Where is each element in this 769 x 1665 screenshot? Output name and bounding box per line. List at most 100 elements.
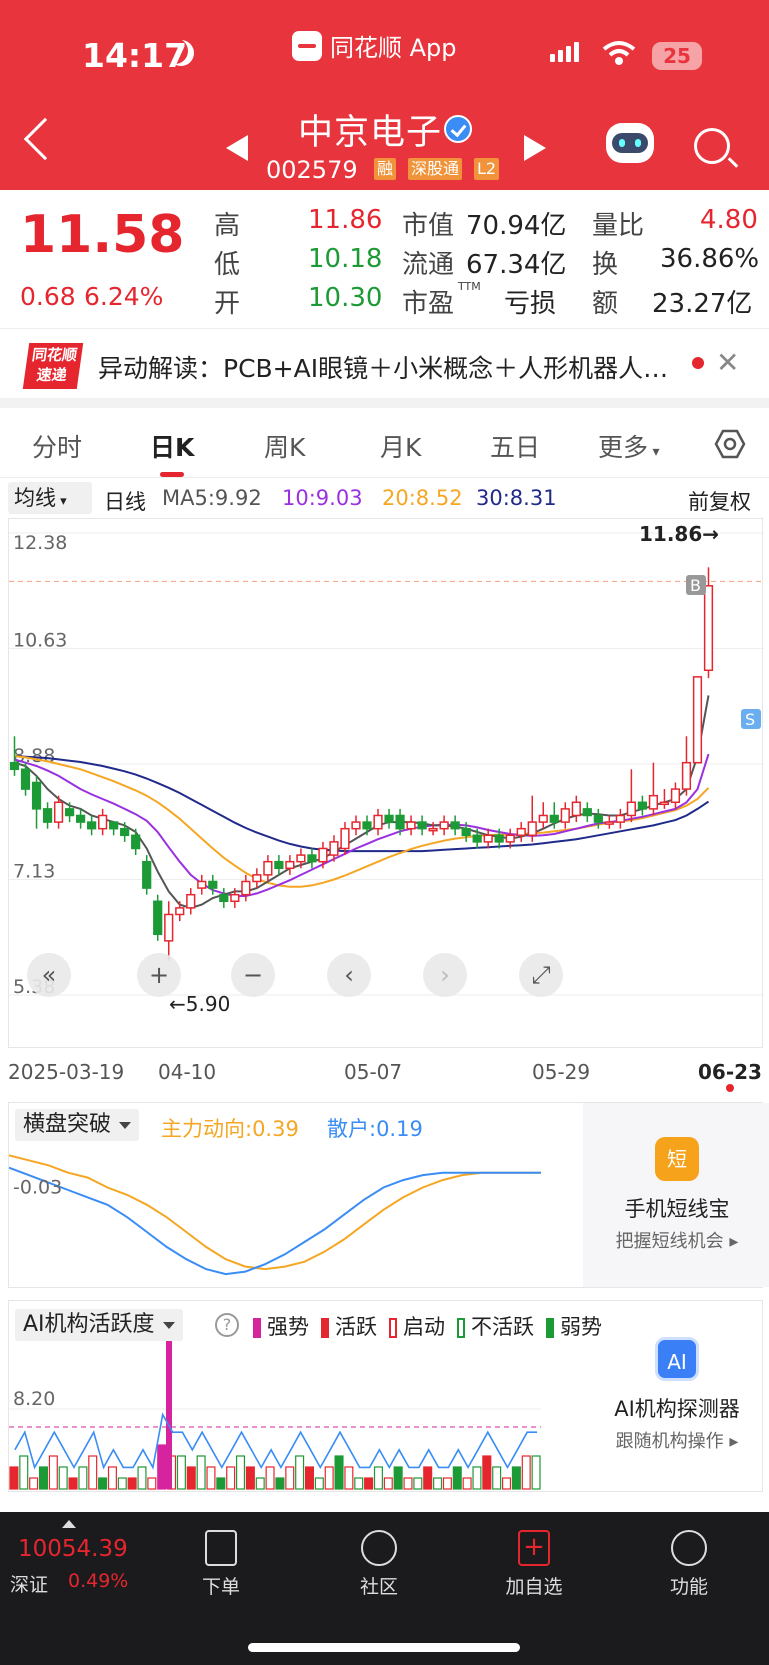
back-icon[interactable] (23, 117, 67, 161)
chart-tool-icon: « (42, 961, 57, 989)
kline-svg: 12.3810.638.887.135.3811.86→←5.90BS«+−‹›… (9, 522, 764, 1016)
candle-body (637, 801, 648, 810)
app-source-pill[interactable]: 同花顺 App (292, 28, 457, 63)
tab-daily[interactable]: 日K (150, 428, 194, 464)
activity-bar (521, 1455, 531, 1490)
candle-body (42, 808, 53, 823)
x-label: 06-23 (698, 1060, 762, 1084)
stock-name: 中京电子 (298, 113, 443, 153)
next-stock-icon[interactable] (524, 135, 546, 161)
open-label: 开 (214, 289, 241, 319)
activity-bar (275, 1477, 285, 1490)
activity-bar (68, 1477, 78, 1490)
candle-body (274, 860, 284, 870)
app-name: 同花顺 App (330, 34, 457, 62)
candle-body (131, 834, 141, 850)
candle-body (593, 814, 603, 823)
chart-tool-icon: + (149, 961, 169, 989)
candle-body (252, 874, 262, 883)
activity-bar (285, 1466, 295, 1490)
turnover-label: 换 (592, 250, 619, 280)
low-label: 低 (214, 250, 241, 280)
y-tick-label: 7.13 (13, 861, 55, 883)
candle-body (483, 834, 493, 843)
float-value: 67.34亿 (466, 250, 567, 280)
activity-bar (38, 1466, 49, 1490)
vr-value: 4.80 (700, 205, 758, 235)
adjust-mode[interactable]: 前复权 (688, 486, 751, 516)
sell-marker-label: S (745, 710, 755, 729)
candle-body (648, 794, 659, 810)
candle-body (582, 808, 592, 817)
x-label: 2025-03-19 (8, 1060, 125, 1084)
signal-icon (550, 42, 579, 62)
price-change: 0.68 (20, 282, 76, 311)
candle-body (395, 814, 405, 830)
tab-more[interactable]: 更多 ▾ (598, 428, 660, 464)
index-value[interactable]: 10054.39 (18, 1536, 128, 1562)
kline-chart[interactable]: 12.3810.638.887.135.3811.86→←5.90BS«+−‹›… (8, 518, 764, 1048)
functions-button[interactable]: 功能 (649, 1524, 729, 1599)
expand-icon[interactable] (62, 1520, 76, 1528)
ma30-line (14, 755, 710, 853)
prev-stock-icon[interactable] (226, 135, 248, 161)
candle-body (560, 808, 570, 823)
candle-body (120, 827, 130, 837)
strong-spike-bar (166, 1341, 172, 1489)
candle-body (318, 847, 328, 863)
indicator-dropdown[interactable]: 均线 ▾ (8, 482, 92, 514)
activity-bar (413, 1477, 423, 1490)
activity-bar (245, 1466, 255, 1490)
float-label: 流通 (402, 250, 455, 280)
settings-icon[interactable] (714, 428, 746, 459)
candle-body (98, 814, 108, 830)
order-button[interactable]: 下单 (181, 1524, 261, 1599)
news-banner[interactable]: 同花顺 速递 异动解读：PCB+AI眼镜＋小米概念＋人形机器人概念 (0, 328, 769, 398)
retail-line (9, 1166, 541, 1276)
add-icon: + (518, 1530, 550, 1566)
activity-bar (423, 1466, 433, 1490)
vr-label: 量比 (592, 211, 645, 241)
candle-body (362, 821, 372, 830)
period-tabs: 分时 日K 周K 月K 五日 更多 ▾ (0, 408, 769, 478)
activity-bar (383, 1477, 393, 1490)
candle-body (285, 860, 295, 870)
search-icon[interactable] (694, 128, 730, 164)
candle-body (87, 821, 97, 830)
ma5-line (14, 695, 710, 909)
add-watchlist-button[interactable]: + 加自选 (494, 1524, 574, 1599)
tab-five-day[interactable]: 五日 (490, 428, 540, 464)
battery-icon: 25 (652, 42, 702, 70)
candle-body (428, 827, 438, 832)
activity-bar (127, 1477, 137, 1490)
sub2-y-tick: 8.20 (13, 1388, 55, 1410)
period-label: 日线 (104, 490, 146, 514)
candle-body (197, 880, 207, 889)
verified-icon (444, 115, 472, 143)
robot-assistant-icon[interactable] (606, 123, 654, 163)
tab-intraday[interactable]: 分时 (32, 428, 82, 464)
latest-dot (726, 1084, 734, 1092)
candle-body (516, 827, 526, 837)
activity-bar (482, 1455, 492, 1490)
pe-value: 亏损 (504, 289, 557, 319)
stock-header: 14:17 同花顺 App 25 中京电子 002579 融 深股通 L2 (0, 0, 769, 190)
candle-body (64, 808, 75, 817)
home-indicator (248, 1643, 520, 1652)
news-text[interactable]: 异动解读：PCB+AI眼镜＋小米概念＋人形机器人概念 (98, 349, 673, 385)
divider (0, 398, 769, 408)
candle-body (373, 814, 383, 830)
tab-monthly[interactable]: 月K (380, 428, 421, 464)
activity-bar (442, 1477, 452, 1490)
chart-tool-icon: ⤢ (531, 961, 550, 989)
x-label: 05-29 (532, 1060, 591, 1084)
close-icon[interactable]: ✕ (716, 346, 739, 379)
ai-detector-promo[interactable]: AI AI机构探测器 跟随机构操作 ▸ (583, 1337, 769, 1487)
short-line-promo[interactable]: 短 手机短线宝 把握短线机会 ▸ (583, 1103, 769, 1287)
y-tick-label: 12.38 (13, 532, 67, 554)
ma30-value: 30:8.31 (476, 486, 557, 510)
sub1-y-tick: -0.03 (13, 1177, 62, 1199)
order-icon (205, 1530, 237, 1566)
community-button[interactable]: 社区 (339, 1524, 419, 1599)
tab-weekly[interactable]: 周K (264, 428, 305, 464)
